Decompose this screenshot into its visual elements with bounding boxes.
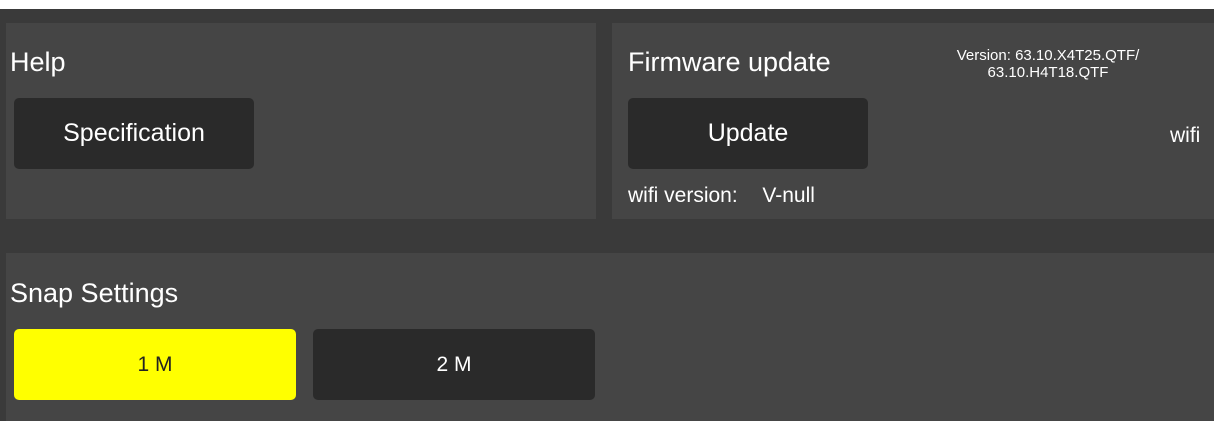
snap-settings-title: Snap Settings bbox=[10, 278, 179, 308]
wifi-version-row: wifi version: V-null bbox=[628, 184, 815, 208]
help-title: Help bbox=[10, 47, 66, 77]
update-button[interactable]: Update bbox=[628, 98, 868, 169]
wifi-label-truncated: wifi bbox=[1170, 124, 1201, 147]
help-panel: Help Specification bbox=[6, 23, 596, 219]
firmware-panel: Firmware update Version: 63.10.X4T25.QTF… bbox=[612, 23, 1214, 219]
snap-option-1m[interactable]: 1 M bbox=[14, 329, 296, 400]
version-line-1: Version: 63.10.X4T25.QTF/ bbox=[956, 47, 1140, 64]
firmware-title: Firmware update bbox=[628, 47, 831, 77]
wifi-version-value: V-null bbox=[762, 184, 815, 207]
wifi-version-label: wifi version: bbox=[628, 184, 738, 207]
snap-option-2m[interactable]: 2 M bbox=[313, 329, 595, 400]
specification-button[interactable]: Specification bbox=[14, 98, 254, 169]
version-line-2: 63.10.H4T18.QTF bbox=[987, 64, 1109, 81]
settings-screen: Help Specification Firmware update Versi… bbox=[0, 9, 1214, 421]
snap-settings-panel: Snap Settings 1 M 2 M bbox=[6, 253, 1214, 421]
version-info: Version: 63.10.X4T25.QTF/ 63.10.H4T18.QT… bbox=[918, 47, 1178, 81]
